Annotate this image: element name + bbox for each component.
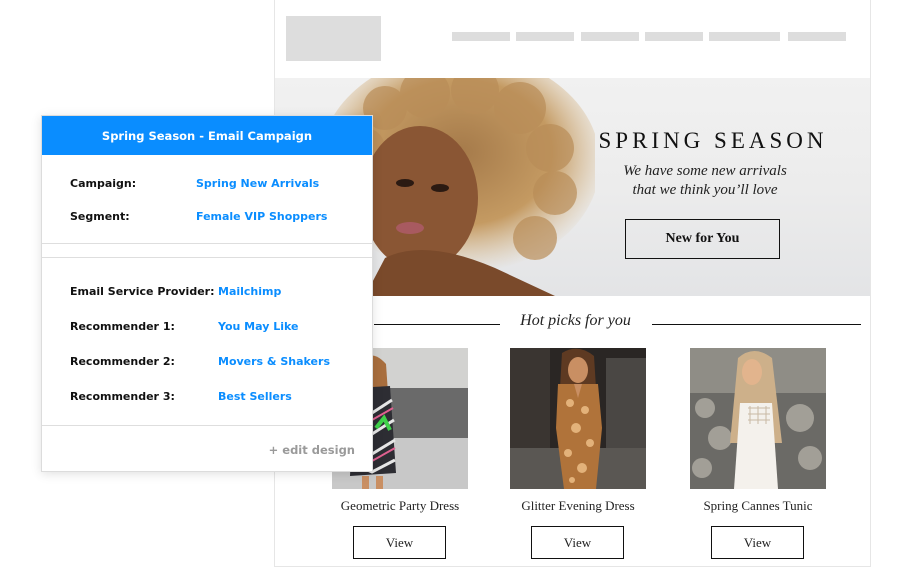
edit-design-link[interactable]: + edit design [269, 443, 355, 457]
nav-placeholder-1 [452, 32, 510, 41]
recommender-1-value[interactable]: You May Like [218, 320, 298, 333]
nav-placeholder-5 [709, 32, 780, 41]
campaign-row: Campaign: Spring New Arrivals [70, 177, 319, 190]
panel-divider [42, 257, 372, 258]
recommender-3-value[interactable]: Best Sellers [218, 390, 292, 403]
product-name: Spring Cannes Tunic [703, 498, 813, 513]
panel-divider [42, 425, 372, 426]
view-button[interactable]: View [531, 526, 624, 559]
product-name: Geometric Party Dress [340, 498, 460, 513]
product-image-spring-tunic[interactable] [690, 348, 826, 489]
recommender-row: Recommender 3: Best Sellers [70, 390, 292, 403]
panel-divider [42, 243, 372, 244]
nav-placeholder-4 [645, 32, 703, 41]
view-button[interactable]: View [711, 526, 804, 559]
nav-placeholder-3 [581, 32, 639, 41]
campaign-panel: Spring Season - Email Campaign Campaign:… [41, 115, 373, 472]
esp-row: Email Service Provider: Mailchimp [70, 285, 281, 298]
section-divider-left [374, 324, 500, 325]
campaign-value[interactable]: Spring New Arrivals [196, 177, 319, 190]
recommender-2-value[interactable]: Movers & Shakers [218, 355, 330, 368]
hero-subtitle-line-1: We have some new arrivals [623, 163, 787, 179]
panel-title: Spring Season - Email Campaign [42, 116, 372, 155]
nav-placeholder-2 [516, 32, 574, 41]
hero-subtitle-line-2: that we think you’ll love [632, 182, 778, 198]
segment-row: Segment: Female VIP Shoppers [70, 210, 327, 223]
esp-value[interactable]: Mailchimp [218, 285, 281, 298]
recommender-1-label: Recommender 1: [70, 320, 175, 333]
new-for-you-button[interactable]: New for You [625, 219, 780, 259]
product-name: Glitter Evening Dress [521, 498, 635, 513]
product-image-glitter-dress[interactable] [510, 348, 646, 489]
recommender-2-label: Recommender 2: [70, 355, 175, 368]
logo-placeholder [286, 16, 381, 61]
segment-label: Segment: [70, 210, 130, 223]
hero-title: SPRING SEASON [598, 128, 828, 153]
nav-placeholder-6 [788, 32, 846, 41]
recommender-row: Recommender 1: You May Like [70, 320, 298, 333]
segment-value[interactable]: Female VIP Shoppers [196, 210, 327, 223]
view-button[interactable]: View [353, 526, 446, 559]
campaign-label: Campaign: [70, 177, 137, 190]
esp-label: Email Service Provider: [70, 285, 215, 298]
recommender-row: Recommender 2: Movers & Shakers [70, 355, 330, 368]
hero-subtitle: We have some new arrivals that we think … [575, 162, 835, 200]
section-title: Hot picks for you [520, 312, 631, 329]
recommender-3-label: Recommender 3: [70, 390, 175, 403]
section-divider-right [652, 324, 861, 325]
